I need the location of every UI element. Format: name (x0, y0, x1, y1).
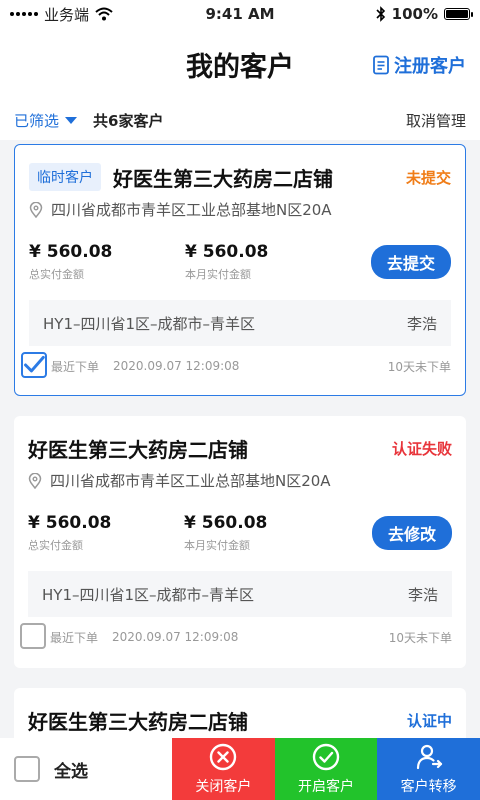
total-amount: ¥ 560.08 (29, 242, 113, 262)
signal-icon (10, 12, 38, 16)
checkmark-icon (24, 355, 45, 373)
location-icon (29, 201, 43, 218)
recent-order-time: 2020.09.07 12:09:08 (113, 359, 240, 373)
customer-card[interactable]: 临时客户 好医生第三大药房二店铺 未提交 四川省成都市青羊区工业总部基地N区20… (14, 144, 466, 396)
location-icon (28, 472, 42, 489)
check-circle-icon (312, 743, 340, 771)
days-no-order: 10天未下单 (388, 630, 452, 645)
address: 四川省成都市青羊区工业总部基地N区20A (29, 199, 451, 220)
status-time: 9:41 AM (205, 5, 275, 23)
recent-order-label: 最近下单 (50, 630, 99, 645)
filter-label: 已筛选 (14, 111, 60, 130)
bottom-action-bar: 全选 关闭客户 开启客户 客户转移 (0, 738, 480, 800)
salesperson-name: 李浩 (407, 585, 438, 604)
status-bar: 业务端 9:41 AM 100% (0, 0, 480, 28)
recent-order-time: 2020.09.07 12:09:08 (112, 630, 239, 644)
open-customer-button[interactable]: 开启客户 (274, 738, 378, 800)
select-all-toggle[interactable]: 全选 (0, 738, 172, 800)
page-title: 我的客户 (186, 51, 294, 83)
status-badge: 未提交 (405, 168, 451, 187)
select-all-checkbox[interactable] (14, 756, 40, 782)
user-transfer-icon (416, 744, 442, 770)
cancel-manage-button[interactable]: 取消管理 (406, 110, 466, 131)
region-text: HY1–四川省1区–成都市–青羊区 (42, 585, 255, 604)
total-amount: ¥ 560.08 (28, 513, 112, 533)
salesperson-name: 李浩 (406, 314, 437, 333)
total-amount-label: 总实付金额 (29, 268, 84, 281)
store-name: 好医生第三大药房二店铺 (113, 166, 333, 191)
store-name: 好医生第三大药房二店铺 (28, 709, 248, 734)
month-amount-label: 本月实付金额 (184, 539, 250, 552)
customer-card[interactable]: 好医生第三大药房二店铺 认证失败 四川省成都市青羊区工业总部基地N区20A ¥ … (14, 416, 466, 668)
region-row: HY1–四川省1区–成都市–青羊区 李浩 (28, 571, 452, 617)
total-amount-label: 总实付金额 (28, 539, 83, 552)
transfer-customer-label: 客户转移 (400, 779, 457, 795)
days-no-order: 10天未下单 (387, 359, 451, 374)
region-text: HY1–四川省1区–成都市–青羊区 (43, 314, 256, 333)
select-all-label: 全选 (54, 761, 88, 782)
month-amount-label: 本月实付金额 (185, 268, 251, 281)
filter-dropdown[interactable]: 已筛选 (14, 110, 78, 131)
modify-button[interactable]: 去修改 (371, 516, 452, 550)
close-circle-icon (210, 743, 237, 771)
select-checkbox[interactable] (20, 623, 46, 649)
nav-bar: 我的客户 注册客户 (0, 28, 480, 100)
region-row: HY1–四川省1区–成都市–青羊区 李浩 (29, 300, 451, 346)
address-text: 四川省成都市青羊区工业总部基地N区20A (51, 201, 332, 219)
triangle-down-icon (65, 116, 78, 124)
transfer-customer-button[interactable]: 客户转移 (377, 738, 480, 800)
open-customer-label: 开启客户 (298, 779, 354, 795)
wifi-icon (95, 7, 113, 21)
address-text: 四川省成都市青羊区工业总部基地N区20A (50, 472, 331, 490)
status-badge: 认证失败 (391, 439, 452, 458)
filter-bar: 已筛选 共6家客户 取消管理 (0, 100, 480, 140)
store-name: 好医生第三大药房二店铺 (28, 437, 248, 462)
customer-count: 共6家客户 (93, 111, 164, 130)
battery-percent: 100% (391, 5, 438, 23)
document-icon (373, 55, 389, 75)
close-customer-label: 关闭客户 (195, 779, 252, 795)
submit-button[interactable]: 去提交 (370, 245, 451, 279)
month-amount: ¥ 560.08 (185, 242, 269, 262)
register-customer-label: 注册客户 (394, 56, 466, 77)
select-checkbox[interactable] (21, 352, 47, 378)
month-amount: ¥ 560.08 (184, 513, 268, 533)
bluetooth-icon (376, 6, 385, 22)
battery-icon (444, 8, 473, 20)
recent-order-label: 最近下单 (51, 359, 100, 374)
register-customer-button[interactable]: 注册客户 (372, 52, 466, 78)
temporary-customer-tag: 临时客户 (29, 163, 101, 191)
close-customer-button[interactable]: 关闭客户 (172, 738, 275, 800)
carrier-label: 业务端 (44, 5, 90, 24)
address: 四川省成都市青羊区工业总部基地N区20A (28, 470, 452, 491)
status-badge: 认证中 (406, 711, 452, 730)
